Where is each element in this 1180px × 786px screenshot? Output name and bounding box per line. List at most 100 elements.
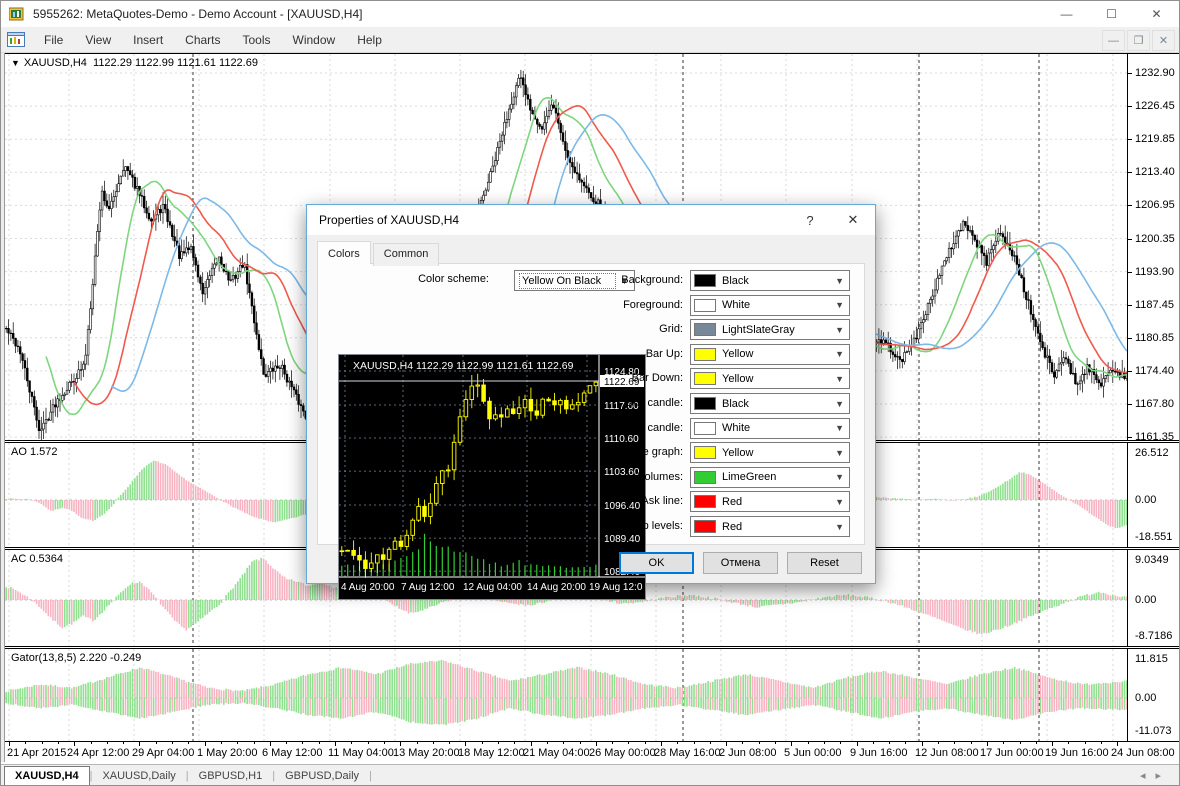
indicator-axis-label: 9.0349	[1135, 554, 1169, 566]
menu-item-file[interactable]: File	[33, 29, 74, 51]
workspace-tab-xauusd-daily[interactable]: XAUUSD,Daily	[92, 767, 185, 785]
price-axis-label: 1167.80	[1135, 398, 1174, 410]
color-field-label: Bear candle:	[621, 421, 683, 434]
color-combobox-volumes-[interactable]: LimeGreen ▼	[690, 466, 850, 488]
price-axis-label: 1180.85	[1135, 331, 1174, 344]
color-combobox-ask-line-[interactable]: Red ▼	[690, 491, 850, 513]
time-axis-tick	[954, 742, 955, 744]
price-axis-tick	[1128, 139, 1132, 141]
reset-button[interactable]: Reset	[787, 552, 862, 574]
dialog-tab-colors[interactable]: Colors	[317, 241, 371, 264]
time-axis-tick	[596, 742, 597, 746]
time-axis-tick	[612, 742, 613, 744]
color-combobox-bear-candle-[interactable]: White ▼	[690, 417, 850, 439]
dialog-tab-common[interactable]: Common	[372, 243, 440, 266]
price-axis-tick	[1128, 238, 1132, 240]
chevron-down-icon: ▼	[835, 398, 844, 409]
time-axis-tick	[628, 742, 629, 744]
color-combobox-background-[interactable]: Black ▼	[690, 270, 850, 291]
menu-item-view[interactable]: View	[74, 29, 122, 51]
tab-scroll-left-icon[interactable]: ◂	[1140, 770, 1156, 782]
color-value: White	[722, 422, 751, 435]
mdi-restore-button[interactable]: ❐	[1127, 30, 1150, 51]
price-axis-label: 1213.40	[1135, 166, 1175, 179]
time-axis-tick	[482, 742, 483, 744]
time-axis-label: 17 Jun 00:00	[980, 747, 1044, 759]
tab-scroll-right-icon[interactable]: ▸	[1155, 770, 1171, 782]
cancel-button[interactable]: Отмена	[703, 552, 778, 574]
time-axis-label: 5 Jun 00:00	[784, 747, 842, 759]
time-axis-tick	[987, 742, 988, 746]
color-combobox-line-graph-[interactable]: Yellow ▼	[690, 442, 850, 464]
color-value: Red	[722, 520, 743, 533]
color-field-row: Line graph: Yellow ▼	[600, 442, 850, 464]
indicator-axis-label: 0.00	[1135, 594, 1157, 606]
chevron-down-icon[interactable]: ▼	[11, 58, 20, 68]
time-axis-tick	[270, 742, 271, 746]
window-minimize-button[interactable]: —	[1044, 1, 1089, 27]
time-axis-tick	[775, 742, 776, 744]
menu-item-charts[interactable]: Charts	[174, 29, 231, 51]
ok-button[interactable]: OK	[619, 552, 694, 574]
chart-window-icon[interactable]	[7, 32, 25, 47]
color-combobox-bar-down-[interactable]: Yellow ▼	[690, 368, 850, 390]
color-value: Black	[722, 274, 749, 287]
workspace-tab-gbpusd-h1[interactable]: GBPUSD,H1	[189, 767, 273, 785]
time-axis-tick	[139, 742, 140, 746]
time-axis-label: 28 May 16:00	[654, 747, 721, 759]
svg-text:XAUUSD,H4 1122.29 1122.99 112: XAUUSD,H4 1122.29 1122.99 1121.61 1122.6…	[353, 360, 574, 372]
workspace-tab-bar: XAUUSD,H4 | XAUUSD,Daily | GBPUSD,H1 | GBPUSD,…	[1, 764, 1179, 785]
color-combobox-bull-candle-[interactable]: Black ▼	[690, 393, 850, 414]
menu-item-help[interactable]: Help	[346, 29, 393, 51]
time-axis-tick	[531, 742, 532, 746]
svg-text:12 Aug 04:00: 12 Aug 04:00	[463, 582, 522, 593]
dialog-title-bar[interactable]: Properties of XAUUSD,H4 ? ✕	[307, 205, 875, 235]
time-axis-tick	[449, 742, 450, 744]
window-close-button[interactable]: ✕	[1134, 1, 1179, 27]
color-field-row: Ask line: Red ▼	[600, 491, 850, 513]
dialog-help-button[interactable]: ?	[790, 205, 830, 235]
time-axis-tick	[335, 742, 336, 746]
workspace-tab-gbpusd-daily[interactable]: GBPUSD,Daily	[275, 767, 369, 785]
color-combobox-bar-up-[interactable]: Yellow ▼	[690, 343, 850, 365]
time-axis-tick	[514, 742, 515, 744]
price-axis-tick	[1128, 404, 1132, 405]
time-axis-tick	[677, 742, 678, 744]
color-combobox-foreground-[interactable]: White ▼	[690, 294, 850, 316]
svg-text:7 Aug 12:00: 7 Aug 12:00	[401, 582, 455, 593]
time-axis-tick	[74, 742, 75, 746]
color-swatch	[694, 298, 716, 312]
window-maximize-button[interactable]: ☐	[1089, 1, 1134, 27]
price-axis-tick	[1128, 304, 1132, 306]
menu-item-tools[interactable]: Tools	[232, 29, 282, 51]
price-axis-tick	[1128, 337, 1132, 339]
time-axis-label: 21 Apr 2015	[7, 747, 67, 759]
svg-text:4 Aug 20:00: 4 Aug 20:00	[341, 582, 395, 593]
color-combobox-grid-[interactable]: LightSlateGray ▼	[690, 319, 850, 341]
color-field-label: Grid:	[659, 323, 683, 336]
menu-item-window[interactable]: Window	[282, 29, 347, 51]
color-field-label: Stop levels:	[626, 520, 683, 532]
color-field-label: Bar Up:	[645, 347, 683, 360]
menu-item-insert[interactable]: Insert	[122, 29, 174, 51]
time-axis-tick	[384, 742, 385, 744]
time-axis-label: 19 Jun 16:00	[1045, 747, 1109, 759]
left-edge-strip	[1, 53, 5, 762]
time-axis[interactable]: 21 Apr 2015 24 Apr 12:00 29 Apr 04:00 1 May…	[5, 742, 1179, 764]
color-field-row: Foreground: White ▼	[600, 294, 850, 316]
time-axis-tick	[351, 742, 352, 744]
dialog-close-button[interactable]: ✕	[833, 205, 873, 235]
chevron-down-icon: ▼	[835, 423, 844, 434]
time-axis-tick	[433, 742, 434, 744]
color-combobox-stop-levels-[interactable]: Red ▼	[690, 516, 850, 537]
ac-indicator-label: AC 0.5364	[11, 553, 63, 565]
price-axis-label: 1232.90	[1135, 67, 1175, 79]
time-axis-tick	[645, 742, 646, 744]
mdi-close-button[interactable]: ✕	[1152, 30, 1175, 51]
workspace-tab-xauusd-h4[interactable]: XAUUSD,H4	[4, 766, 90, 785]
price-axis-label: 1193.90	[1135, 265, 1174, 278]
gator-indicator-canvas[interactable]	[5, 649, 1127, 741]
mdi-minimize-button[interactable]: —	[1102, 30, 1125, 51]
color-value: White	[722, 299, 751, 312]
gator-indicator-pane[interactable]: Gator(13,8,5) 2.220 -0.249 11.815 0.00 -11…	[5, 648, 1179, 742]
